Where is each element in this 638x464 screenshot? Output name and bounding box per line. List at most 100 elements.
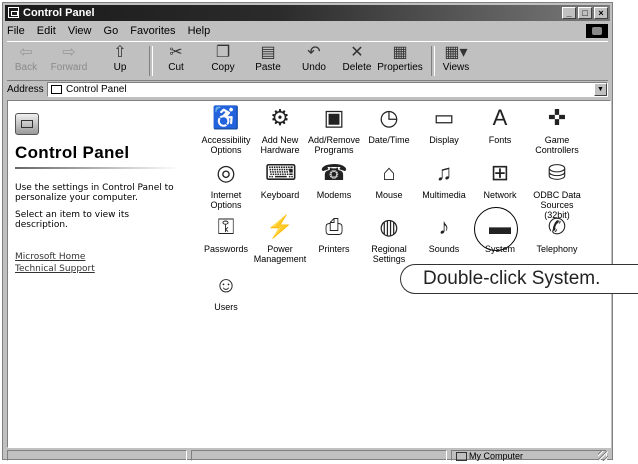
internet-options-icon: ◎ xyxy=(216,160,236,185)
control-panel-icon xyxy=(8,7,19,18)
chevron-down-icon[interactable]: ▼ xyxy=(594,83,607,96)
maximize-button[interactable]: □ xyxy=(578,7,592,19)
item-power-management[interactable]: ⚡ Power Management xyxy=(251,213,309,264)
item-regional-settings[interactable]: ◍ Regional Settings xyxy=(360,213,418,264)
address-field[interactable]: Control Panel ▼ xyxy=(47,82,608,97)
copy-button[interactable]: ❐ Copy xyxy=(204,44,242,74)
display-icon: ▭ xyxy=(433,105,455,130)
scissors-icon: ✂ xyxy=(169,44,183,61)
keyboard-icon: ⌨ xyxy=(265,160,297,185)
item-network[interactable]: ⊞ Network xyxy=(471,159,529,200)
minimize-button[interactable]: _ xyxy=(562,7,576,19)
add-remove-programs-icon: ▣ xyxy=(323,105,345,130)
status-location: My Computer xyxy=(469,451,524,461)
status-pane-zone: My Computer xyxy=(451,450,607,461)
passwords-icon: ⚿ xyxy=(217,214,235,239)
up-button[interactable]: ⇧ Up xyxy=(101,44,139,74)
windows-logo-icon xyxy=(586,24,608,38)
status-pane-middle xyxy=(191,450,447,461)
instruction-callout: Double-click System. xyxy=(400,264,638,294)
menu-favorites[interactable]: Favorites xyxy=(130,25,175,37)
item-multimedia[interactable]: ♫ Multimedia xyxy=(415,159,473,200)
title-bar[interactable]: Control Panel _ □ × xyxy=(5,5,610,21)
toolbar-separator xyxy=(149,46,153,76)
system-icon: ▬ xyxy=(489,214,511,239)
users-icon: ☺ xyxy=(214,272,238,297)
fonts-icon: A xyxy=(492,105,508,130)
odbc-icon: ⛁ xyxy=(547,160,567,185)
item-passwords[interactable]: ⚿ Passwords xyxy=(197,213,255,254)
address-label: Address xyxy=(7,84,44,95)
menu-bar: File Edit View Go Favorites Help xyxy=(7,23,608,39)
menu-file[interactable]: File xyxy=(7,25,25,37)
item-accessibility-options[interactable]: ♿ Accessibility Options xyxy=(197,104,255,155)
status-pane-left xyxy=(7,450,187,461)
add-hardware-icon: ⚙ xyxy=(270,105,290,130)
item-telephony[interactable]: ✆ Telephony xyxy=(528,213,586,254)
panel-title: Control Panel xyxy=(15,143,130,162)
modem-icon: ☎ xyxy=(320,160,348,185)
item-system[interactable]: ▬ System xyxy=(471,213,529,254)
microsoft-home-link[interactable]: Microsoft Home xyxy=(15,252,85,262)
menu-help[interactable]: Help xyxy=(188,25,211,37)
item-modems[interactable]: ☎ Modems xyxy=(305,159,363,200)
item-add-remove-programs[interactable]: ▣ Add/Remove Programs xyxy=(305,104,363,155)
item-fonts[interactable]: A Fonts xyxy=(471,104,529,145)
paste-button[interactable]: ▤ Paste xyxy=(249,44,287,74)
item-printers[interactable]: ⎙ Printers xyxy=(305,213,363,254)
properties-icon: ▦ xyxy=(392,44,408,61)
item-date-time[interactable]: ◷ Date/Time xyxy=(360,104,418,145)
paste-icon: ▤ xyxy=(260,44,276,61)
views-icon: ▦▾ xyxy=(444,44,468,61)
properties-button[interactable]: ▦ Properties xyxy=(375,44,425,74)
item-odbc-data-sources[interactable]: ⛁ ODBC Data Sources (32bit) xyxy=(528,159,586,220)
control-panel-small-icon xyxy=(51,85,62,94)
undo-icon: ↶ xyxy=(307,44,321,61)
toolbar-separator xyxy=(431,46,435,76)
technical-support-link[interactable]: Technical Support xyxy=(15,264,95,274)
accessibility-icon: ♿ xyxy=(212,105,240,130)
item-game-controllers[interactable]: ✜ Game Controllers xyxy=(528,104,586,155)
control-panel-window: Control Panel _ □ × File Edit View Go Fa… xyxy=(2,2,613,461)
panel-description: Use the settings in Control Panel to per… xyxy=(15,183,174,203)
web-view-panel: Control Panel Use the settings in Contro… xyxy=(8,101,188,447)
back-arrow-icon: ⇦ xyxy=(19,44,33,61)
back-button[interactable]: ⇦ Back xyxy=(7,44,45,74)
item-add-new-hardware[interactable]: ⚙ Add New Hardware xyxy=(251,104,309,155)
address-value: Control Panel xyxy=(66,84,127,95)
up-folder-icon: ⇧ xyxy=(113,44,127,61)
date-time-icon: ◷ xyxy=(379,105,399,130)
network-icon: ⊞ xyxy=(490,160,510,185)
sounds-icon: ♪ xyxy=(438,214,450,239)
item-mouse[interactable]: ⌂ Mouse xyxy=(360,159,418,200)
power-management-icon: ⚡ xyxy=(266,214,294,239)
multimedia-icon: ♫ xyxy=(435,160,453,185)
printers-icon: ⎙ xyxy=(325,214,343,239)
undo-button[interactable]: ↶ Undo xyxy=(295,44,333,74)
menu-view[interactable]: View xyxy=(68,25,92,37)
menu-edit[interactable]: Edit xyxy=(37,25,56,37)
forward-arrow-icon: ⇨ xyxy=(62,44,76,61)
title-divider xyxy=(15,167,180,169)
item-keyboard[interactable]: ⌨ Keyboard xyxy=(251,159,309,200)
control-panel-large-icon xyxy=(15,113,39,135)
views-button[interactable]: ▦▾ Views xyxy=(437,44,475,74)
mouse-icon: ⌂ xyxy=(382,160,396,185)
resize-grip[interactable] xyxy=(598,451,608,461)
item-internet-options[interactable]: ◎ Internet Options xyxy=(197,159,255,210)
item-display[interactable]: ▭ Display xyxy=(415,104,473,145)
panel-hint: Select an item to view its description. xyxy=(15,210,130,230)
copy-icon: ❐ xyxy=(215,44,231,61)
address-bar: Address Control Panel ▼ xyxy=(7,81,608,99)
delete-x-icon: ✕ xyxy=(350,44,364,61)
delete-button[interactable]: ✕ Delete xyxy=(338,44,376,74)
game-controllers-icon: ✜ xyxy=(547,105,567,130)
item-sounds[interactable]: ♪ Sounds xyxy=(415,213,473,254)
item-users[interactable]: ☺ Users xyxy=(197,271,255,312)
cut-button[interactable]: ✂ Cut xyxy=(157,44,195,74)
menu-go[interactable]: Go xyxy=(104,25,119,37)
toolbar: ⇦ Back ⇨ Forward ⇧ Up ✂ Cut ❐ Copy ▤ Paste ↶ Un… xyxy=(7,41,608,81)
close-button[interactable]: × xyxy=(594,7,608,19)
regional-settings-icon: ◍ xyxy=(379,214,399,239)
forward-button[interactable]: ⇨ Forward xyxy=(47,44,91,74)
